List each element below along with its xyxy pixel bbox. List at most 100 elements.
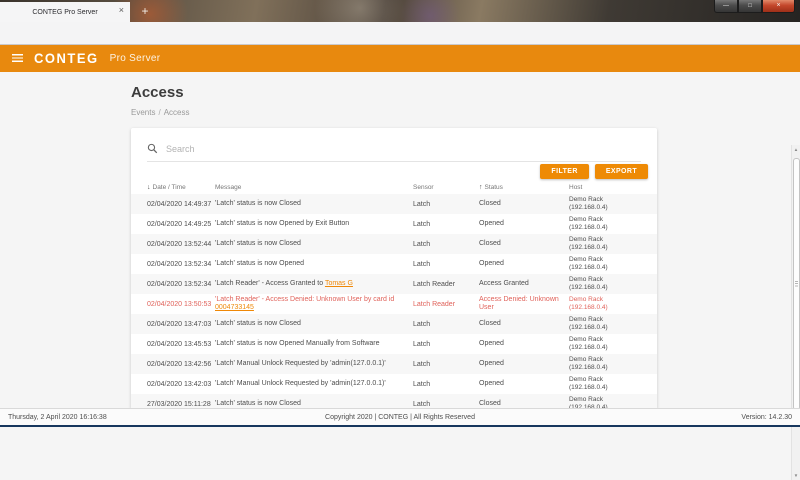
breadcrumb-access: Access [164, 108, 190, 117]
browser-tab[interactable]: CONTEG Pro Server × [0, 2, 130, 22]
breadcrumb: Events/ Access [131, 108, 190, 117]
cell-date-time: 02/04/2020 13:50:53 [147, 301, 213, 308]
scroll-down-icon[interactable]: ▼ [792, 473, 800, 478]
cell-date-time: 02/04/2020 13:52:34 [147, 281, 213, 288]
browser-titlebar: CONTEG Pro Server × + — □ × [0, 0, 800, 22]
cell-message: 'Latch' Manual Unlock Requested by 'admi… [215, 380, 411, 388]
breadcrumb-separator: / [158, 108, 160, 117]
cell-date-time: 27/03/2020 15:11:28 [147, 401, 213, 408]
column-status[interactable]: ↑Status [479, 184, 567, 191]
app-statusbar: Thursday, 2 April 2020 16:16:38 Copyrigh… [0, 408, 800, 425]
cell-status: Opened [479, 360, 567, 368]
thumb-grip [795, 281, 799, 287]
window-close-button[interactable]: × [762, 0, 795, 13]
filter-button[interactable]: FILTER [540, 164, 588, 179]
cell-message: 'Latch' Manual Unlock Requested by 'admi… [215, 360, 411, 368]
cell-sensor: Latch [413, 361, 477, 368]
cell-sensor: Latch [413, 261, 477, 268]
table-search-input[interactable] [166, 144, 641, 154]
conteg-logo: CONTEG [34, 51, 99, 67]
search-icon [147, 143, 158, 154]
window-maximize-button[interactable]: □ [738, 0, 762, 13]
page-scrollbar[interactable]: ▲ ▼ [791, 145, 800, 480]
statusbar-datetime: Thursday, 2 April 2020 16:16:38 [8, 414, 107, 421]
cell-message: 'Latch Reader' - Access Granted to Tomas… [215, 280, 411, 288]
cell-sensor: Latch [413, 341, 477, 348]
cell-sensor: Latch Reader [413, 301, 477, 308]
column-sensor[interactable]: Sensor [413, 184, 477, 191]
cell-sensor: Latch [413, 241, 477, 248]
export-button[interactable]: EXPORT [595, 164, 648, 179]
window-minimize-button[interactable]: — [714, 0, 738, 13]
cell-host: Demo Rack(192.168.0.4) [569, 316, 649, 332]
cell-host: Demo Rack(192.168.0.4) [569, 356, 649, 372]
table-header: ↓Date / Time Message Sensor ↑Status Host [131, 180, 657, 194]
cell-status: Opened [479, 220, 567, 228]
cell-sensor: Latch [413, 321, 477, 328]
scroll-up-icon[interactable]: ▲ [792, 147, 800, 152]
column-host[interactable]: Host [569, 184, 649, 191]
table-row: 02/04/2020 13:42:03'Latch' Manual Unlock… [131, 374, 657, 394]
cell-date-time: 02/04/2020 13:42:03 [147, 381, 213, 388]
cell-date-time: 02/04/2020 13:52:44 [147, 241, 213, 248]
cell-host: Demo Rack(192.168.0.4) [569, 296, 649, 312]
cell-host: Demo Rack(192.168.0.4) [569, 376, 649, 392]
table-row: 02/04/2020 13:50:53'Latch Reader' - Acce… [131, 294, 657, 314]
breadcrumb-events[interactable]: Events [131, 108, 155, 117]
cell-message: 'Latch' status is now Closed [215, 240, 411, 248]
cell-sensor: Latch [413, 201, 477, 208]
page-title: Access [131, 84, 184, 101]
statusbar-copyright: Copyright 2020 | CONTEG | All Rights Res… [325, 414, 475, 421]
column-message[interactable]: Message [215, 184, 411, 191]
browser-toolbar: ← → 127.0.0.1:8080/app.html#/event/acces… [0, 22, 800, 45]
statusbar-version: Version: 14.2.30 [741, 414, 792, 421]
new-tab-button[interactable]: + [136, 2, 154, 21]
app-header: CONTEG Pro Server [0, 45, 800, 72]
cell-status: Access Denied: Unknown User [479, 296, 567, 312]
cell-status: Closed [479, 400, 567, 408]
product-name: Pro Server [110, 53, 161, 64]
cell-status: Opened [479, 340, 567, 348]
cell-date-time: 02/04/2020 13:42:56 [147, 361, 213, 368]
cell-status: Closed [479, 240, 567, 248]
cell-status: Opened [479, 260, 567, 268]
cell-date-time: 02/04/2020 14:49:25 [147, 221, 213, 228]
cell-host: Demo Rack(192.168.0.4) [569, 256, 649, 272]
cell-message: 'Latch' status is now Opened Manually fr… [215, 340, 411, 348]
column-date-time[interactable]: ↓Date / Time [147, 184, 213, 191]
cell-sensor: Latch Reader [413, 281, 477, 288]
table-row: 02/04/2020 13:47:03'Latch' status is now… [131, 314, 657, 334]
cell-message: 'Latch Reader' - Access Denied: Unknown … [215, 296, 411, 312]
tab-title: CONTEG Pro Server [32, 9, 97, 16]
table-search[interactable] [147, 136, 641, 162]
cell-date-time: 02/04/2020 14:49:37 [147, 201, 213, 208]
tab-close-icon[interactable]: × [119, 6, 124, 15]
sort-desc-icon: ↓ [147, 184, 151, 191]
cell-date-time: 02/04/2020 13:47:03 [147, 321, 213, 328]
table-row: 02/04/2020 13:45:53'Latch' status is now… [131, 334, 657, 354]
cell-message: 'Latch' status is now Opened by Exit But… [215, 220, 411, 228]
cell-status: Opened [479, 380, 567, 388]
table-row: 02/04/2020 14:49:25'Latch' status is now… [131, 214, 657, 234]
page-content: Access Events/ Access FILTER EXPORT ↓Date… [0, 72, 800, 408]
message-link[interactable]: Tomas G [325, 280, 353, 287]
events-card: FILTER EXPORT ↓Date / Time Message Senso… [131, 128, 657, 409]
cell-status: Closed [479, 200, 567, 208]
table-row: 02/04/2020 13:52:34'Latch' status is now… [131, 254, 657, 274]
cell-host: Demo Rack(192.168.0.4) [569, 336, 649, 352]
cell-message: 'Latch' status is now Closed [215, 400, 411, 408]
sort-asc-icon: ↑ [479, 184, 483, 191]
cell-message: 'Latch' status is now Closed [215, 200, 411, 208]
table-row: 02/04/2020 13:52:34'Latch Reader' - Acce… [131, 274, 657, 294]
cell-date-time: 02/04/2020 13:45:53 [147, 341, 213, 348]
app-menu-icon[interactable] [12, 54, 23, 63]
table-row: 27/03/2020 15:11:28'Latch' status is now… [131, 394, 657, 409]
message-link[interactable]: 0004733145 [215, 304, 254, 311]
table-body: 02/04/2020 14:49:37'Latch' status is now… [131, 194, 657, 409]
table-row: 02/04/2020 13:42:56'Latch' Manual Unlock… [131, 354, 657, 374]
cell-host: Demo Rack(192.168.0.4) [569, 196, 649, 212]
scrollbar-thumb[interactable] [793, 158, 800, 410]
cell-sensor: Latch [413, 221, 477, 228]
cell-status: Access Granted [479, 280, 567, 288]
cell-message: 'Latch' status is now Opened [215, 260, 411, 268]
